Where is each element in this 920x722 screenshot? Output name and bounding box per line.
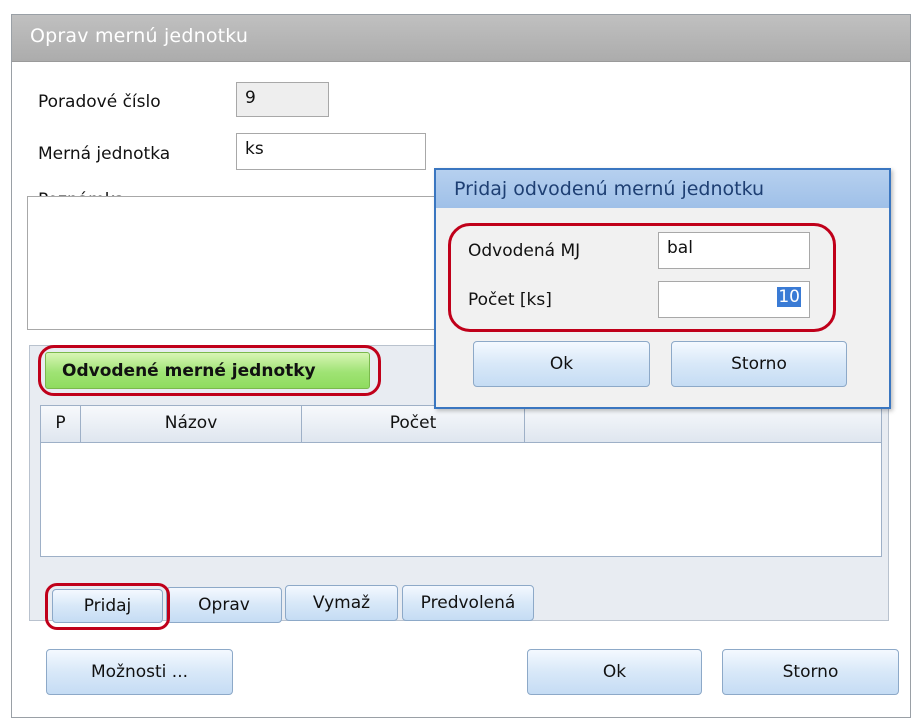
predvolena-button[interactable]: Predvolená [402,585,534,621]
column-header-p[interactable]: P [41,406,81,442]
odvodena-mj-input[interactable]: bal [658,232,810,269]
pridaj-button[interactable]: Pridaj [52,589,163,623]
derived-units-table[interactable]: P Názov Počet [40,405,882,557]
poradove-cislo-field: 9 [236,82,329,117]
oprav-button[interactable]: Oprav [166,587,282,623]
title-bar[interactable]: Oprav mernú jednotku [12,15,910,62]
pocet-label: Počet [ks] [468,290,552,310]
dialog-ok-button[interactable]: Ok [473,341,650,387]
dialog-title-bar[interactable]: Pridaj odvodenú mernú jednotku [436,170,889,208]
dialog-storno-button[interactable]: Storno [671,341,847,387]
derived-units-group-tab[interactable]: Odvodené merné jednotky [45,352,370,389]
moznosti-button[interactable]: Možnosti ... [46,649,233,695]
merna-jednotka-input[interactable]: ks [236,133,426,170]
poradove-cislo-label: Poradové číslo [38,92,161,112]
pocet-selected-value: 10 [777,287,801,307]
pocet-input[interactable]: 10 [658,281,810,318]
table-header: P Názov Počet [41,406,881,443]
dialog-title: Pridaj odvodenú mernú jednotku [454,178,765,200]
odvodena-mj-label: Odvodená MJ [468,241,581,261]
ok-button[interactable]: Ok [527,649,702,695]
window-title: Oprav mernú jednotku [30,25,249,47]
derived-units-group-title: Odvodené merné jednotky [62,361,316,381]
merna-jednotka-label: Merná jednotka [38,144,171,164]
vymaz-button[interactable]: Vymaž [285,585,398,621]
column-header-pocet[interactable]: Počet [302,406,525,442]
add-derived-unit-dialog: Pridaj odvodenú mernú jednotku Odvodená … [434,168,891,409]
column-header-nazov[interactable]: Názov [81,406,302,442]
storno-button[interactable]: Storno [722,649,899,695]
